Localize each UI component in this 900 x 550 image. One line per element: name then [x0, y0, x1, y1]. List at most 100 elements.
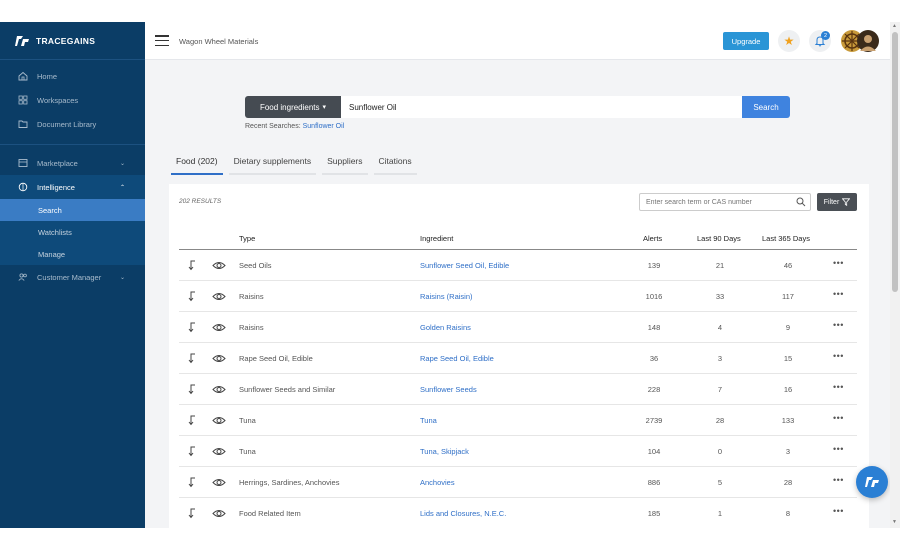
- category-dropdown[interactable]: Food ingredients ▾: [245, 96, 341, 118]
- more-options-icon[interactable]: •••: [833, 289, 844, 299]
- cell-ingredient-link[interactable]: Sunflower Seeds: [420, 385, 477, 394]
- table-row[interactable]: Sunflower Seeds and Similar Sunflower See…: [179, 374, 857, 405]
- search-icon[interactable]: [796, 197, 806, 207]
- table-row[interactable]: Seed Oils Sunflower Seed Oil, Edible 139 21…: [179, 250, 857, 281]
- table-row[interactable]: Herrings, Sardines, Anchovies Anchovies 88…: [179, 467, 857, 498]
- tab-citations[interactable]: Citations: [373, 154, 417, 175]
- scroll-down-arrow-icon[interactable]: ▼: [892, 519, 897, 525]
- cell-alerts: 886: [647, 478, 661, 487]
- cell-type: Herrings, Sardines, Anchovies: [239, 478, 340, 487]
- table-row[interactable]: Tuna Tuna, Skipjack 104 0 3 •••: [179, 436, 857, 467]
- cell-last-90-days: 5: [717, 478, 723, 487]
- table-row[interactable]: Food Related Item Lids and Closures, N.E.…: [179, 498, 857, 528]
- cell-ingredient-link[interactable]: Tuna, Skipjack: [420, 447, 469, 456]
- sidebar-item-document-library[interactable]: Document Library: [0, 112, 145, 136]
- column-header-ingredient[interactable]: Ingredient: [420, 234, 453, 243]
- more-options-icon[interactable]: •••: [833, 506, 844, 516]
- recent-search-link[interactable]: Sunflower Oil: [303, 123, 345, 130]
- user-avatar[interactable]: [840, 29, 880, 53]
- cell-type: Rape Seed Oil, Edible: [239, 354, 313, 363]
- scroll-up-arrow-icon[interactable]: ▲: [892, 23, 897, 29]
- cell-alerts: 2739: [645, 416, 663, 425]
- eye-icon[interactable]: [212, 384, 226, 395]
- column-header-last-90-days[interactable]: Last 90 Days: [697, 234, 741, 243]
- cell-last-365-days: 28: [783, 478, 793, 487]
- table-row[interactable]: Raisins Raisins (Raisin) 1016 33 117 •••: [179, 281, 857, 312]
- brand[interactable]: TRACEGAINS: [0, 22, 145, 60]
- results-card: 202 RESULTS Filter Type Ingredient Alert…: [169, 184, 869, 528]
- scrollbar-thumb[interactable]: [892, 32, 898, 292]
- redirect-arrow-icon[interactable]: [187, 352, 199, 364]
- eye-icon[interactable]: [212, 508, 226, 519]
- tab-suppliers[interactable]: Suppliers: [322, 154, 368, 175]
- tab-dietary-supplements[interactable]: Dietary supplements: [228, 154, 317, 175]
- table-row[interactable]: Rape Seed Oil, Edible Rape Seed Oil, Edib…: [179, 343, 857, 374]
- cell-ingredient-link[interactable]: Sunflower Seed Oil, Edible: [420, 261, 509, 270]
- column-header-alerts[interactable]: Alerts: [643, 234, 662, 243]
- table-row[interactable]: Tuna Tuna 2739 28 133 •••: [179, 405, 857, 436]
- redirect-arrow-icon[interactable]: [187, 259, 199, 271]
- redirect-arrow-icon[interactable]: [187, 414, 199, 426]
- cell-ingredient-link[interactable]: Rape Seed Oil, Edible: [420, 354, 494, 363]
- sidebar-item-marketplace[interactable]: Marketplace ⌄: [0, 151, 145, 175]
- eye-icon[interactable]: [212, 291, 226, 302]
- eye-icon[interactable]: [212, 477, 226, 488]
- eye-icon[interactable]: [212, 446, 226, 457]
- column-header-last-365-days[interactable]: Last 365 Days: [762, 234, 810, 243]
- sidebar-item-customer-manager[interactable]: Customer Manager ⌄: [0, 265, 145, 289]
- tracegains-assistant-button[interactable]: [856, 466, 888, 498]
- cell-ingredient-link[interactable]: Tuna: [420, 416, 437, 425]
- more-options-icon[interactable]: •••: [833, 444, 844, 454]
- redirect-arrow-icon[interactable]: [187, 476, 199, 488]
- more-options-icon[interactable]: •••: [833, 320, 844, 330]
- store-icon: [18, 159, 28, 167]
- eye-icon[interactable]: [212, 353, 226, 364]
- upgrade-button[interactable]: Upgrade: [723, 32, 769, 50]
- cell-alerts: 139: [647, 261, 661, 270]
- redirect-arrow-icon[interactable]: [187, 321, 199, 333]
- filter-button[interactable]: Filter: [817, 193, 857, 211]
- eye-icon[interactable]: [212, 260, 226, 271]
- cell-type: Tuna: [239, 416, 256, 425]
- more-options-icon[interactable]: •••: [833, 382, 844, 392]
- sidebar-subitem-manage[interactable]: Manage: [0, 243, 145, 265]
- more-options-icon[interactable]: •••: [833, 475, 844, 485]
- cell-type: Raisins: [239, 292, 264, 301]
- column-header-type[interactable]: Type: [239, 234, 255, 243]
- redirect-arrow-icon[interactable]: [187, 383, 199, 395]
- eye-icon[interactable]: [212, 415, 226, 426]
- cell-ingredient-link[interactable]: Raisins (Raisin): [420, 292, 473, 301]
- cell-ingredient-link[interactable]: Lids and Closures, N.E.C.: [420, 509, 506, 518]
- more-options-icon[interactable]: •••: [833, 413, 844, 423]
- sidebar-item-intelligence[interactable]: Intelligence ⌃: [0, 175, 145, 199]
- filter-button-label: Filter: [823, 198, 840, 206]
- favorites-star-icon[interactable]: ★: [778, 30, 800, 52]
- vertical-scrollbar[interactable]: ▲ ▼: [890, 22, 900, 528]
- sidebar-item-label: Document Library: [37, 119, 97, 129]
- cell-type: Sunflower Seeds and Similar: [239, 385, 336, 394]
- tab-food[interactable]: Food (202): [171, 154, 223, 175]
- sidebar-item-workspaces[interactable]: Workspaces: [0, 88, 145, 112]
- search-button[interactable]: Search: [742, 96, 790, 118]
- notifications-bell-icon[interactable]: 2: [809, 30, 831, 52]
- filter-search-input[interactable]: [639, 193, 811, 211]
- sidebar-subitem-search[interactable]: Search: [0, 199, 145, 221]
- table-row[interactable]: Raisins Golden Raisins 148 4 9 •••: [179, 312, 857, 343]
- more-options-icon[interactable]: •••: [833, 351, 844, 361]
- brand-name: TRACEGAINS: [36, 35, 96, 46]
- cell-ingredient-link[interactable]: Golden Raisins: [420, 323, 471, 332]
- redirect-arrow-icon[interactable]: [187, 290, 199, 302]
- search-input[interactable]: [341, 96, 742, 118]
- redirect-arrow-icon[interactable]: [187, 445, 199, 457]
- sidebar-item-home[interactable]: Home: [0, 64, 145, 88]
- sidebar-subitem-watchlists[interactable]: Watchlists: [0, 221, 145, 243]
- tracegains-logo-icon: [15, 35, 29, 46]
- cell-last-365-days: 8: [785, 509, 791, 518]
- cell-ingredient-link[interactable]: Anchovies: [420, 478, 455, 487]
- top-bar: Wagon Wheel Materials Upgrade ★ 2: [145, 22, 890, 60]
- more-options-icon[interactable]: •••: [833, 258, 844, 268]
- hamburger-menu-icon[interactable]: [155, 35, 169, 49]
- cell-type: Food Related Item: [239, 509, 301, 518]
- eye-icon[interactable]: [212, 322, 226, 333]
- redirect-arrow-icon[interactable]: [187, 507, 199, 519]
